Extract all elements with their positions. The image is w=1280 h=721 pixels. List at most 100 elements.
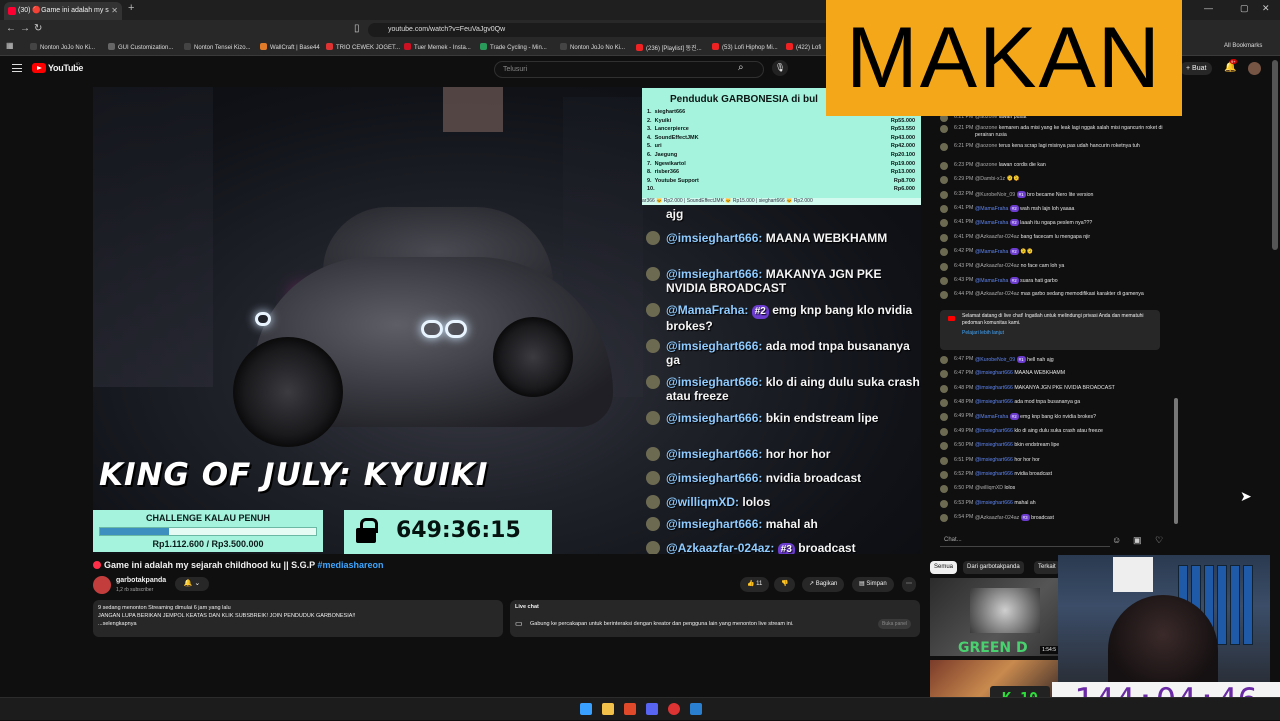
chat-author[interactable]: @MamaFraha [975, 414, 1008, 420]
chat-avatar[interactable] [940, 457, 948, 465]
chat-author[interactable]: @MamaFraha [975, 220, 1008, 226]
account-avatar[interactable] [1248, 62, 1261, 75]
chat-avatar[interactable] [940, 248, 948, 256]
open-panel-button[interactable]: Buka panel [878, 619, 912, 629]
menu-icon[interactable] [12, 64, 22, 72]
subscription-bell-button[interactable]: 🔔 ⌄ [175, 577, 209, 591]
chat-avatar[interactable] [940, 370, 948, 378]
close-tab-icon[interactable]: ✕ [111, 2, 118, 20]
chat-avatar[interactable] [940, 471, 948, 479]
search-icon[interactable]: ⌕ [738, 62, 744, 73]
share-button[interactable]: ↗ Bagikan [802, 577, 845, 592]
chat-author[interactable]: @williqmXD [975, 485, 1003, 491]
new-tab-icon[interactable]: + [128, 2, 134, 14]
chat-author[interactable]: @aozone [975, 162, 997, 168]
chat-scrollbar[interactable] [1174, 398, 1178, 524]
bookmark-item[interactable]: (422) Lofi [786, 43, 821, 51]
back-icon[interactable]: ← [6, 23, 16, 34]
chat-avatar[interactable] [940, 399, 948, 407]
chat-avatar[interactable] [940, 356, 948, 364]
channel-name[interactable]: garbotakpanda [116, 577, 166, 584]
learn-more-link[interactable]: Pelajari lebih lanjut [962, 330, 1155, 337]
save-button[interactable]: ▤ Simpan [852, 577, 894, 592]
chat-avatar[interactable] [940, 263, 948, 271]
chat-author[interactable]: @imsieghart666 [975, 399, 1013, 405]
show-more-link[interactable]: ...selengkapnya [98, 620, 498, 628]
bookmark-item[interactable]: TRIO CEWEK JOGET... [326, 43, 400, 51]
chat-avatar[interactable] [940, 291, 948, 299]
chat-avatar[interactable] [940, 219, 948, 227]
chat-author[interactable]: @Dambi-x1z [975, 176, 1005, 182]
chat-avatar[interactable] [940, 428, 948, 436]
bookmark-item[interactable]: WallCraft | Base44 [260, 43, 320, 51]
minimize-icon[interactable]: — [1204, 3, 1213, 13]
chat-author[interactable]: @imsieghart666 [975, 471, 1013, 477]
page-scrollbar[interactable] [1272, 60, 1278, 250]
chat-avatar[interactable] [940, 191, 948, 199]
chat-avatar[interactable] [940, 125, 948, 133]
url-bar[interactable]: youtube.com/watch?v=FeuVaJgv0Qw [368, 23, 838, 37]
chat-author[interactable]: @Azkaazfar-024az [975, 234, 1019, 240]
all-bookmarks[interactable]: All Bookmarks [1224, 43, 1262, 49]
bookmark-item[interactable]: Tuer Memek - Insta... [404, 43, 471, 51]
chat-author[interactable]: @MamaFraha [975, 206, 1008, 212]
bookmark-item[interactable]: Nonton JoJo No Ki... [560, 43, 625, 51]
chat-avatar[interactable] [940, 176, 948, 184]
chat-author[interactable]: @imsieghart666 [975, 457, 1013, 463]
chat-author[interactable]: @MamaFraha [975, 249, 1008, 255]
chat-avatar[interactable] [940, 234, 948, 242]
reload-icon[interactable]: ↻ [34, 23, 42, 34]
filter-chip[interactable]: Terkait [1034, 561, 1060, 574]
apps-grid-icon[interactable]: ▦ [6, 41, 14, 50]
chat-input[interactable]: Chat... [940, 533, 1110, 547]
channel-avatar[interactable] [93, 576, 111, 594]
chat-author[interactable]: @imsieghart666 [975, 370, 1013, 376]
chat-avatar[interactable] [940, 442, 948, 450]
bookmark-item[interactable]: GUI Customization... [108, 43, 173, 51]
app-icon[interactable] [690, 703, 702, 715]
chat-author[interactable]: @imsieghart666 [975, 500, 1013, 506]
chat-avatar[interactable] [940, 162, 948, 170]
video-description[interactable]: 9 sedang menonton Streaming dimulai 6 ja… [93, 600, 503, 637]
search-input[interactable]: Telusuri [494, 61, 764, 78]
chat-avatar[interactable] [940, 413, 948, 421]
bookmark-page-icon[interactable]: ▯ [354, 23, 360, 34]
chat-author[interactable]: @Azkaazfar-024az [975, 263, 1019, 269]
chat-author[interactable]: @imsieghart666 [975, 428, 1013, 434]
video-hashtag[interactable]: #mediashareon [317, 560, 383, 570]
chat-author[interactable]: @imsieghart666 [975, 442, 1013, 448]
maximize-icon[interactable]: ▢ [1240, 3, 1249, 14]
chat-avatar[interactable] [940, 143, 948, 151]
more-actions-button[interactable]: ⋯ [902, 577, 916, 592]
discord-icon[interactable] [646, 703, 658, 715]
recommended-thumbnail[interactable]: GREEN D 1:54:5 [930, 578, 1060, 656]
browser-tab[interactable]: (30) 🔴Game ini adalah my s ✕ [4, 2, 122, 20]
filter-chip[interactable]: Semua [930, 561, 958, 574]
bookmark-item[interactable]: Nonton Tensei Kizo... [184, 43, 251, 51]
file-explorer-icon[interactable] [602, 703, 614, 715]
chat-author[interactable]: @MamaFraha [975, 278, 1008, 284]
chat-author[interactable]: @aozone [975, 143, 997, 149]
super-chat-icon[interactable]: ▣ [1133, 535, 1142, 546]
chat-avatar[interactable] [940, 205, 948, 213]
video-player[interactable]: KING OF JULY: KYUIKI CHALLENGE KALAU PEN… [93, 87, 921, 554]
chat-author[interactable]: @KurobeNoir_09 [975, 192, 1015, 198]
filter-chip[interactable]: Dari garbotakpanda [963, 561, 1024, 574]
bookmark-item[interactable]: (236) [Playlist] 동진... [636, 43, 702, 52]
chat-author[interactable]: @KurobeNoir_09 [975, 357, 1015, 363]
forward-icon[interactable]: → [20, 23, 30, 34]
start-icon[interactable] [580, 703, 592, 715]
bookmark-item[interactable]: (53) Lofi Hiphop Mi... [712, 43, 778, 51]
emoji-icon[interactable]: ☺ [1112, 535, 1121, 545]
mic-icon[interactable]: 🎙 [772, 60, 788, 76]
close-window-icon[interactable]: ✕ [1262, 3, 1270, 14]
chat-avatar[interactable] [940, 514, 948, 522]
dislike-button[interactable]: 👎 [774, 577, 796, 592]
chat-author[interactable]: @Azkaazfar-024az [975, 515, 1019, 521]
bookmark-item[interactable]: Trade Cycling - Min... [480, 43, 547, 51]
create-button[interactable]: + Buat [1180, 62, 1213, 75]
app-icon[interactable] [668, 703, 680, 715]
heart-icon[interactable]: ♡ [1155, 535, 1163, 546]
chat-avatar[interactable] [940, 385, 948, 393]
chat-author[interactable]: @aozone [975, 125, 997, 131]
